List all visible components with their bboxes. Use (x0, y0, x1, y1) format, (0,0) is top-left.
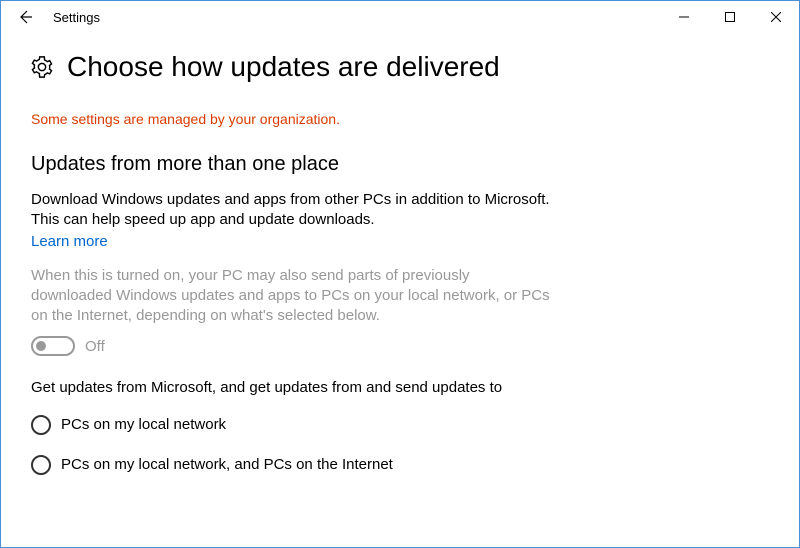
radio-option-local[interactable]: PCs on my local network (31, 415, 769, 435)
toggle-knob (36, 341, 46, 351)
page-title: Choose how updates are delivered (67, 51, 500, 83)
maximize-icon (725, 12, 735, 22)
delivery-toggle[interactable] (31, 336, 75, 356)
radio-label: PCs on my local network (61, 416, 226, 433)
delivery-toggle-row: Off (31, 336, 769, 356)
gear-icon (31, 56, 53, 78)
close-button[interactable] (753, 1, 799, 33)
radio-icon (31, 415, 51, 435)
arrow-left-icon (17, 9, 33, 25)
learn-more-link[interactable]: Learn more (31, 233, 108, 250)
disabled-info-text: When this is turned on, your PC may also… (31, 266, 551, 327)
radio-label: PCs on my local network, and PCs on the … (61, 456, 393, 473)
section-description: Download Windows updates and apps from o… (31, 190, 551, 231)
page-header: Choose how updates are delivered (31, 51, 769, 83)
close-icon (771, 12, 781, 22)
minimize-button[interactable] (661, 1, 707, 33)
settings-window: Settings Choose how updates are delivere… (0, 0, 800, 548)
window-title: Settings (49, 10, 100, 25)
content-area: Choose how updates are delivered Some se… (1, 33, 799, 547)
back-button[interactable] (1, 1, 49, 33)
minimize-icon (679, 12, 689, 22)
choice-intro-text: Get updates from Microsoft, and get upda… (31, 378, 551, 398)
organization-notice: Some settings are managed by your organi… (31, 111, 769, 127)
toggle-state-label: Off (85, 338, 105, 355)
radio-option-internet[interactable]: PCs on my local network, and PCs on the … (31, 455, 769, 475)
maximize-button[interactable] (707, 1, 753, 33)
radio-icon (31, 455, 51, 475)
titlebar: Settings (1, 1, 799, 33)
section-title: Updates from more than one place (31, 153, 769, 176)
